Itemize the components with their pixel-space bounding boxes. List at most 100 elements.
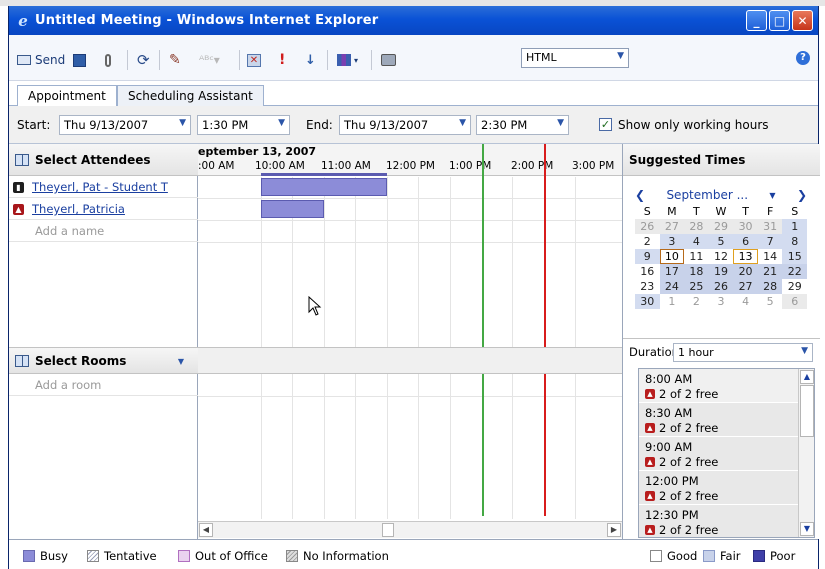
close-button[interactable]: ✕: [792, 10, 813, 31]
month-label[interactable]: September ...: [666, 188, 748, 202]
calendar-day[interactable]: 9: [635, 249, 660, 264]
format-select[interactable]: HTML ▼: [521, 48, 629, 68]
attendee-row[interactable]: ▮ Theyerl, Pat - Student T: [9, 177, 198, 198]
calendar-day[interactable]: 3: [659, 234, 685, 249]
spelling-button[interactable]: ᴬᴮᶜ▾: [199, 50, 220, 70]
calendar-day[interactable]: 26: [708, 279, 734, 294]
calendar-day[interactable]: 26: [635, 219, 660, 234]
calendar-day[interactable]: 12: [709, 249, 734, 264]
calendar-day[interactable]: 28: [757, 279, 783, 294]
suggested-time-slot[interactable]: 12:30 PM ▲ 2 of 2 free: [639, 505, 798, 537]
print-button[interactable]: [381, 50, 396, 70]
add-room-input[interactable]: Add a room: [13, 378, 101, 392]
calendar-day[interactable]: 23: [635, 279, 660, 294]
calendar-day[interactable]: 30: [733, 219, 758, 234]
calendar-day[interactable]: 6: [782, 294, 807, 309]
calendar-day[interactable]: 20: [733, 264, 758, 279]
meeting-end-line[interactable]: [544, 144, 546, 516]
tab-scheduling-assistant[interactable]: Scheduling Assistant: [117, 85, 264, 106]
scheduling-grid[interactable]: eptember 13, 2007 :00 AM 10:00 AM 11:00 …: [198, 144, 622, 539]
calendar-day[interactable]: 16: [635, 264, 660, 279]
minimize-button[interactable]: _: [746, 10, 767, 31]
add-room-row[interactable]: Add a room: [9, 375, 198, 396]
calendar-day[interactable]: 5: [757, 294, 783, 309]
attach-button[interactable]: [105, 50, 111, 70]
calendar-day[interactable]: 31: [757, 219, 783, 234]
chevron-right-icon[interactable]: ❯: [797, 188, 807, 202]
calendar-day[interactable]: 4: [733, 294, 758, 309]
maximize-button[interactable]: □: [769, 10, 790, 31]
scroll-up-button[interactable]: ▲: [800, 370, 814, 384]
suggested-time-slot[interactable]: 8:00 AM ▲ 2 of 2 free: [639, 369, 798, 403]
recurrence-button[interactable]: ⟳: [137, 50, 150, 70]
chevron-down-icon: ▼: [801, 346, 808, 356]
tab-appointment[interactable]: Appointment: [17, 85, 117, 106]
calendar-day[interactable]: 21: [757, 264, 783, 279]
scroll-thumb[interactable]: [800, 385, 814, 437]
attendee-row[interactable]: ▲ Theyerl, Patricia: [9, 199, 198, 220]
scroll-thumb[interactable]: [382, 523, 394, 537]
vertical-scrollbar[interactable]: ▲ ▼: [798, 369, 814, 537]
low-importance-button[interactable]: ↓: [305, 50, 316, 70]
calendar-day[interactable]: 25: [684, 279, 709, 294]
calendar-day[interactable]: 4: [684, 234, 709, 249]
meeting-start-line[interactable]: [482, 144, 484, 516]
calendar-day[interactable]: 24: [659, 279, 685, 294]
calendar-day[interactable]: 22: [782, 264, 807, 279]
calendar-day[interactable]: 7: [757, 234, 783, 249]
select-attendees-button[interactable]: Select Attendees: [9, 144, 198, 176]
save-button[interactable]: [73, 50, 86, 70]
scroll-down-button[interactable]: ▼: [800, 522, 814, 536]
add-name-input[interactable]: Add a name: [13, 224, 104, 238]
suggested-time-slot[interactable]: 12:00 PM ▲ 2 of 2 free: [639, 471, 798, 505]
calendar-day[interactable]: 27: [659, 219, 685, 234]
calendar-day[interactable]: 27: [733, 279, 758, 294]
high-importance-button[interactable]: !: [279, 50, 285, 70]
end-date-select[interactable]: Thu 9/13/2007 ▼: [339, 115, 471, 135]
start-date-select[interactable]: Thu 9/13/2007 ▼: [59, 115, 191, 135]
calendar-day[interactable]: 6: [733, 234, 758, 249]
send-button[interactable]: Send: [17, 50, 65, 70]
calendar-day[interactable]: 18: [684, 264, 709, 279]
suggested-time-slot[interactable]: 9:00 AM ▲ 2 of 2 free: [639, 437, 798, 471]
chevron-down-icon[interactable]: ▼: [769, 191, 775, 200]
calendar-day[interactable]: 2: [635, 234, 660, 249]
attendee-name[interactable]: Theyerl, Pat - Student T: [32, 180, 168, 194]
calendar-day[interactable]: 29: [782, 279, 807, 294]
calendar-day[interactable]: 15: [782, 249, 807, 264]
chevron-left-icon[interactable]: ❮: [635, 188, 645, 202]
horizontal-scrollbar[interactable]: ◀ ▶: [198, 521, 622, 538]
calendar-day[interactable]: 5: [708, 234, 734, 249]
suggested-time-slot[interactable]: 8:30 AM ▲ 2 of 2 free: [639, 403, 798, 437]
calendar-day[interactable]: 2: [684, 294, 709, 309]
calendar-day[interactable]: 11: [684, 249, 709, 264]
calendar-day[interactable]: 10: [659, 249, 685, 264]
add-attendee-row[interactable]: Add a name: [9, 221, 198, 242]
calendar-day[interactable]: 17: [659, 264, 685, 279]
scroll-right-button[interactable]: ▶: [607, 523, 621, 537]
calendar-day[interactable]: 3: [708, 294, 734, 309]
help-icon[interactable]: ?: [796, 51, 810, 65]
start-time-select[interactable]: 1:30 PM ▼: [197, 115, 290, 135]
end-time-select[interactable]: 2:30 PM ▼: [476, 115, 569, 135]
calendar-day[interactable]: 1: [659, 294, 685, 309]
attendee-name[interactable]: Theyerl, Patricia: [32, 202, 125, 216]
duration-select[interactable]: 1 hour ▼: [673, 343, 813, 362]
calendar-day[interactable]: 8: [782, 234, 807, 249]
toolbar-separator: [159, 50, 160, 70]
scroll-left-button[interactable]: ◀: [199, 523, 213, 537]
calendar-day[interactable]: 14: [758, 249, 783, 264]
calendar-day[interactable]: 1: [782, 219, 807, 234]
calendar-day-selected[interactable]: 13: [733, 249, 758, 264]
delete-button[interactable]: ✕: [247, 50, 261, 70]
calendar-day[interactable]: 30: [635, 294, 660, 309]
title-bar[interactable]: e Untitled Meeting - Windows Internet Ex…: [9, 6, 818, 35]
working-hours-checkbox[interactable]: ✓: [599, 118, 612, 131]
check-names-button[interactable]: ✎: [169, 50, 181, 70]
calendar-day[interactable]: 29: [708, 219, 734, 234]
categories-button[interactable]: ▾: [337, 50, 358, 70]
calendar-day[interactable]: 28: [684, 219, 709, 234]
select-rooms-button[interactable]: Select Rooms ▼: [9, 347, 198, 374]
calendar-day[interactable]: 19: [708, 264, 734, 279]
chevron-down-icon[interactable]: ▼: [178, 357, 184, 366]
